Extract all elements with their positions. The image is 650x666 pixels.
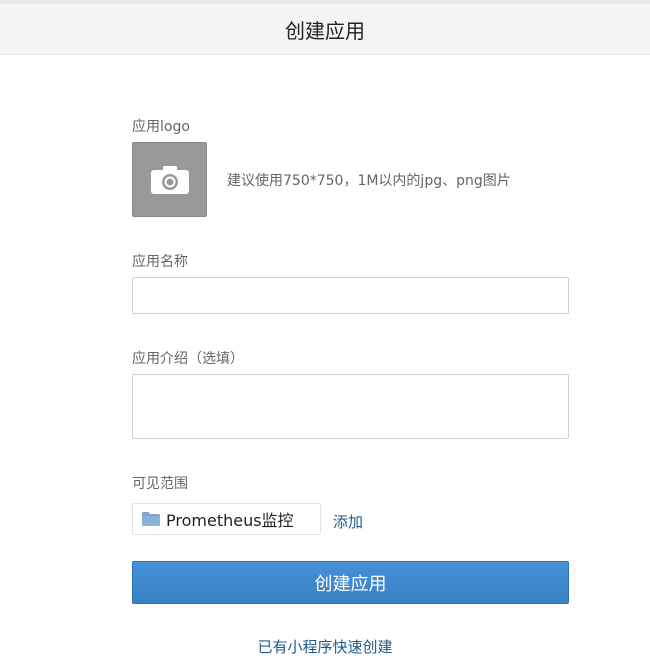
logo-hint: 建议使用750*750，1M以内的jpg、png图片 [227,173,511,189]
page-header: 创建应用 [0,4,650,55]
page-title: 创建应用 [285,18,365,43]
app-name-label: 应用名称 [132,254,188,270]
app-intro-label: 应用介绍（选填） [132,351,244,367]
create-app-button[interactable]: 创建应用 [132,561,569,604]
app-intro-textarea[interactable] [132,374,569,439]
visibility-scope-name: Prometheus监控 [166,511,294,530]
camera-icon [150,165,189,194]
create-app-button-label: 创建应用 [314,573,387,595]
logo-label: 应用logo [132,119,190,135]
visibility-scope-item[interactable]: Prometheus监控 [132,503,321,535]
quick-create-label: 已有小程序快速创建 [257,638,393,656]
folder-icon [142,512,160,526]
app-name-input[interactable] [132,277,569,314]
visibility-label: 可见范围 [132,476,188,492]
quick-create-link[interactable]: 已有小程序快速创建 [0,636,650,657]
add-scope-link[interactable]: 添加 [333,511,363,532]
logo-upload-button[interactable] [132,142,207,217]
